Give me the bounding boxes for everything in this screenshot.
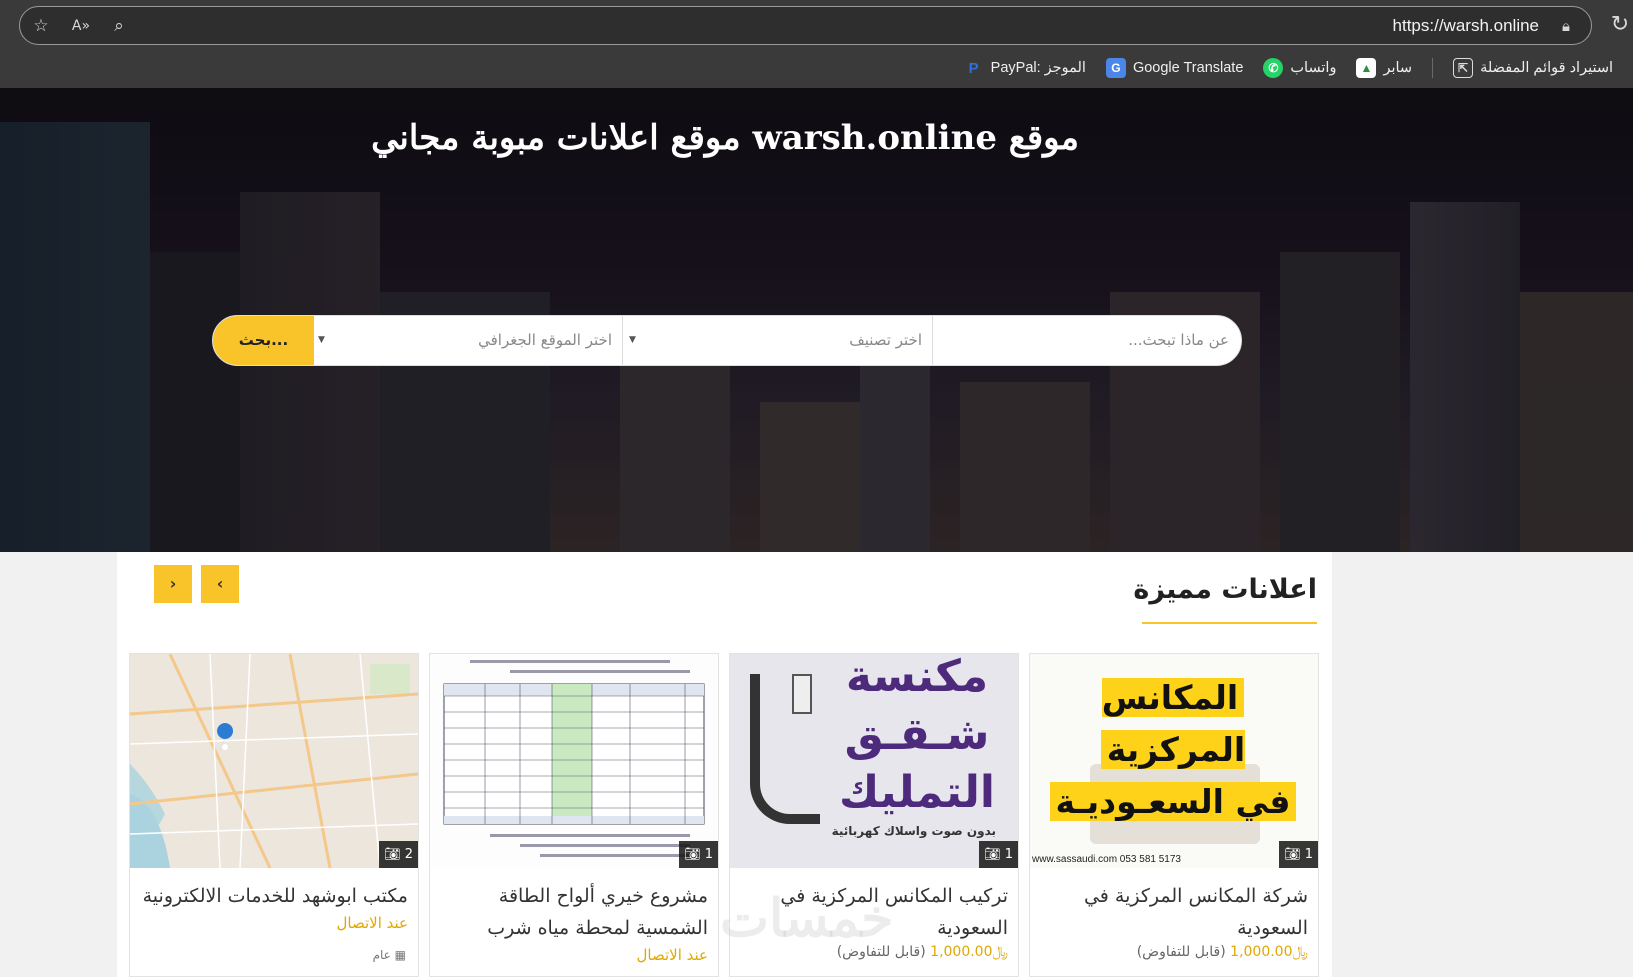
section-title: اعلانات مميزة (1133, 574, 1317, 605)
hero-title: موقع warsh.online موقع اعلانات مبوبة مجا… (371, 118, 1079, 158)
bookmark-google-translate[interactable]: G Google Translate (1105, 58, 1244, 78)
currency-icon: ﷼ (1292, 944, 1309, 960)
bookmark-label: واتساب (1290, 60, 1337, 76)
ad-card[interactable]: المكانس المركزية في السعـوديـة www.sassa… (1029, 653, 1319, 977)
bookmarks-bar: ⇱ استيراد قوائم المفضلة ▲ سابر ✆ واتساب … (964, 55, 1633, 81)
read-aloud-icon[interactable]: A» (70, 15, 92, 37)
ad-card[interactable]: 📷︎ 2 مكتب ابوشهد للخدمات الالكترونية عند… (129, 653, 419, 977)
ad-price: ﷼1,000.00 (قابل للتفاوض) (1137, 944, 1308, 960)
photo-count: 1 (1004, 847, 1013, 862)
caret-down-icon: ▼ (629, 335, 636, 345)
photo-count-badge: 📷︎ 1 (679, 841, 718, 868)
bookmarks-divider (1432, 58, 1434, 78)
location-select-label: اختر الموقع الجغرافي (478, 331, 612, 349)
price-contact: عند الاتصال (336, 914, 409, 932)
currency-icon: ﷼ (992, 944, 1009, 960)
grid-icon: ▦ (394, 948, 406, 962)
zoom-search-icon[interactable]: ⌕ (108, 15, 130, 37)
ad-title[interactable]: مشروع خيري ألواح الطاقة الشمسية لمحطة مي… (440, 880, 708, 944)
thumbnail-text-line: المكانس المركزية (1100, 678, 1246, 769)
ad-title[interactable]: شركة المكانس المركزية في السعودية (1040, 880, 1308, 944)
cost-table-image (443, 660, 705, 857)
ad-thumbnail[interactable]: مكنسة شـقـق التمليك بدون صوت واسلاك كهرب… (730, 654, 1018, 868)
category-select[interactable]: اختر تصنيف ▼ (622, 316, 932, 365)
thumbnail-text-line: شـقـق (844, 709, 990, 760)
ad-thumbnail[interactable]: 📷︎ 1 (430, 654, 718, 868)
url-text[interactable]: https://warsh.online (1393, 15, 1539, 37)
thumbnail-text-line: في السعـوديـة (1049, 782, 1297, 821)
favorite-star-icon[interactable]: ☆ (30, 15, 52, 37)
browser-toolbar: ☆ A» ⌕ https://warsh.online 🔒︎ ↻ ⇱ استير… (0, 0, 1633, 88)
watermark: خمسات (720, 888, 894, 949)
refresh-icon[interactable]: ↻ (1607, 12, 1633, 38)
thumbnail-footer: www.sassaudi.com 053 581 5173 (1032, 854, 1181, 865)
photo-count: 2 (404, 847, 413, 862)
bookmark-label: PayPal: الموجز (990, 60, 1086, 76)
caret-down-icon: ▼ (318, 335, 325, 345)
price-note: (قابل للتفاوض) (1136, 944, 1226, 960)
map-image (130, 654, 418, 868)
bookmark-whatsapp[interactable]: ✆ واتساب (1263, 58, 1336, 78)
photo-count: 1 (1304, 847, 1313, 862)
category-select-label: اختر تصنيف (849, 331, 922, 349)
ad-category[interactable]: ▦ عام (373, 948, 406, 962)
carousel-prev-button[interactable]: › (154, 565, 192, 603)
camera-icon: 📷︎ (384, 847, 405, 862)
thumbnail-text-line: مكنسة (845, 654, 989, 702)
thumbnail-footer: بدون صوت واسلاك كهربائية (831, 824, 996, 838)
title-underline (1142, 622, 1317, 624)
bookmark-saber[interactable]: ▲ سابر (1356, 58, 1412, 78)
camera-icon: 📷︎ (984, 847, 1005, 862)
location-select[interactable]: اختر الموقع الجغرافي ▼ (312, 316, 622, 365)
saber-icon: ▲ (1356, 58, 1377, 78)
camera-icon: 📷︎ (684, 847, 705, 862)
bookmark-import[interactable]: ⇱ استيراد قوائم المفضلة (1453, 58, 1613, 78)
search-bar: عن ماذا تبحث... اختر تصنيف ▼ اختر الموقع… (212, 315, 1242, 366)
bookmark-paypal[interactable]: P PayPal: الموجز (964, 58, 1086, 78)
price-contact: عند الاتصال (636, 946, 709, 964)
ad-title[interactable]: مكتب ابوشهد للخدمات الالكترونية (140, 880, 408, 912)
price-amount: 1,000.00 (930, 944, 993, 960)
bookmark-label: سابر (1383, 60, 1413, 76)
ad-category-label: عام (372, 948, 391, 962)
paypal-icon: P (968, 59, 979, 77)
camera-icon: 📷︎ (1284, 847, 1305, 862)
wall-inlet-graphic (792, 674, 812, 714)
photo-count: 1 (704, 847, 713, 862)
search-input[interactable]: عن ماذا تبحث... (932, 316, 1241, 365)
ad-thumbnail[interactable]: 📷︎ 2 (130, 654, 418, 868)
thumbnail-text-line: التمليك (839, 767, 995, 818)
photo-count-badge: 📷︎ 2 (379, 841, 418, 868)
price-amount: 1,000.00 (1230, 944, 1293, 960)
carousel-next-button[interactable]: ‹ (201, 565, 239, 603)
bookmark-label: Google Translate (1132, 60, 1244, 76)
bookmark-label: استيراد قوائم المفضلة (1480, 60, 1613, 76)
import-icon: ⇱ (1453, 58, 1474, 78)
lock-icon[interactable]: 🔒︎ (1555, 15, 1577, 37)
photo-count-badge: 📷︎ 1 (1279, 841, 1318, 868)
thumbnail-text: مكنسة شـقـق التمليك (822, 654, 1012, 822)
ad-card[interactable]: 📷︎ 1 مشروع خيري ألواح الطاقة الشمسية لمح… (429, 653, 719, 977)
search-button[interactable]: بحث... (213, 316, 314, 365)
whatsapp-icon: ✆ (1263, 58, 1284, 78)
thumbnail-text: المكانس المركزية في السعـوديـة (1036, 672, 1310, 828)
photo-count-badge: 📷︎ 1 (979, 841, 1018, 868)
address-bar[interactable]: ☆ A» ⌕ https://warsh.online 🔒︎ (19, 6, 1592, 45)
google-translate-icon: G (1105, 58, 1126, 78)
ad-thumbnail[interactable]: المكانس المركزية في السعـوديـة www.sassa… (1030, 654, 1318, 868)
hero-banner: موقع warsh.online موقع اعلانات مبوبة مجا… (0, 88, 1633, 552)
